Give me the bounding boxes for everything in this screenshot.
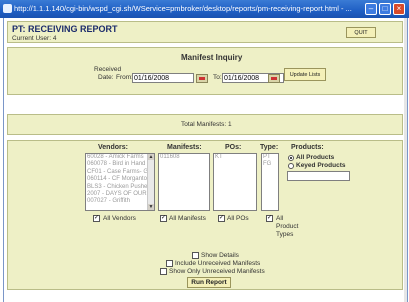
page-scrollbar[interactable] bbox=[404, 18, 407, 302]
list-item[interactable]: 007027 - Griffith bbox=[87, 198, 154, 205]
include-unreceived-checkbox[interactable] bbox=[166, 260, 173, 267]
keyed-products-label: Keyed Products bbox=[296, 162, 346, 169]
received-label: Received bbox=[94, 66, 122, 73]
totals-panel: Total Manifests: 1 bbox=[7, 114, 403, 135]
all-manifests-label: All Manifests bbox=[169, 215, 206, 222]
calendar-icon[interactable] bbox=[268, 74, 280, 83]
report-header: PT: RECEIVING REPORT Current User: 4 QUI… bbox=[7, 21, 403, 43]
include-unreceived-label: Include Unreceived Manifests bbox=[175, 260, 261, 267]
list-item[interactable]: 060078 - Bird in Hand bbox=[87, 161, 154, 168]
all-manifests-checkbox[interactable]: ✓ bbox=[160, 215, 167, 222]
list-item[interactable]: 060114 - CF Morganton bbox=[87, 176, 154, 183]
list-item[interactable]: PT bbox=[263, 154, 278, 161]
scroll-down-icon[interactable]: ▼ bbox=[148, 204, 154, 210]
all-product-types-label: All Product Types bbox=[276, 215, 299, 238]
vendors-listbox[interactable]: 60028 - Amick Farms 060078 - Bird in Han… bbox=[85, 153, 155, 211]
report-page: PT: RECEIVING REPORT Current User: 4 QUI… bbox=[3, 18, 408, 302]
manifests-heading: Manifests: bbox=[167, 144, 202, 151]
filter-panel: Vendors: Manifests: POs: Type: Products:… bbox=[7, 140, 403, 290]
all-pos-label: All POs bbox=[227, 215, 249, 222]
type-heading: Type: bbox=[260, 144, 279, 151]
products-heading: Products: bbox=[291, 144, 324, 151]
vendors-scrollbar[interactable]: ▲ ▼ bbox=[147, 154, 154, 210]
list-item[interactable]: CF01 - Case Farms- Goldsb bbox=[87, 169, 154, 176]
to-label: To: bbox=[213, 74, 222, 81]
show-only-unreceived-label: Show Only Unreceived Manifests bbox=[169, 268, 265, 275]
manifests-listbox[interactable]: 011608 bbox=[158, 153, 210, 211]
window-titlebar: http://1.1.1.140/cgi-bin/wspd_cgi.sh/WSe… bbox=[0, 0, 409, 18]
show-details-checkbox[interactable] bbox=[192, 252, 199, 259]
list-item[interactable]: 2007 - DAYS OF OUR LIVE bbox=[87, 191, 154, 198]
window-title: http://1.1.1.140/cgi-bin/wspd_cgi.sh/WSe… bbox=[14, 4, 352, 13]
calendar-icon[interactable] bbox=[196, 74, 208, 83]
keyed-products-input[interactable] bbox=[287, 171, 350, 181]
maximize-icon[interactable]: □ bbox=[379, 3, 391, 15]
keyed-products-radio[interactable] bbox=[288, 163, 294, 169]
show-only-unreceived-checkbox[interactable] bbox=[160, 268, 167, 275]
from-date-input[interactable]: 01/16/2008 bbox=[132, 73, 194, 83]
pos-heading: POs: bbox=[225, 144, 242, 151]
list-item[interactable]: 60028 - Amick Farms bbox=[87, 154, 154, 161]
all-pos-checkbox[interactable]: ✓ bbox=[218, 215, 225, 222]
list-item[interactable]: FG bbox=[263, 161, 278, 168]
browser-icon bbox=[3, 4, 12, 13]
list-item[interactable]: KT bbox=[215, 154, 256, 161]
total-manifests-text: Total Manifests: 1 bbox=[181, 121, 232, 128]
manifest-inquiry-panel: Manifest Inquiry Received Date: From: 01… bbox=[7, 47, 403, 95]
page-title: PT: RECEIVING REPORT bbox=[12, 24, 118, 34]
list-item[interactable]: 011608 bbox=[160, 154, 209, 161]
from-label: From: bbox=[116, 74, 133, 81]
list-item[interactable]: BLS3 - Chicken Pusher bbox=[87, 184, 154, 191]
all-vendors-label: All Vendors bbox=[103, 215, 136, 222]
manifest-inquiry-heading: Manifest Inquiry bbox=[181, 53, 243, 62]
types-listbox[interactable]: PT FG bbox=[261, 153, 279, 211]
all-products-radio[interactable] bbox=[288, 155, 294, 161]
all-vendors-checkbox[interactable]: ✓ bbox=[93, 215, 100, 222]
current-user-label: Current User: 4 bbox=[12, 35, 57, 42]
update-lists-button[interactable]: Update Lists bbox=[284, 68, 326, 81]
minimize-icon[interactable]: – bbox=[365, 3, 377, 15]
close-icon[interactable]: × bbox=[393, 3, 405, 15]
pos-listbox[interactable]: KT bbox=[213, 153, 257, 211]
all-products-label: All Products bbox=[296, 154, 335, 161]
scroll-up-icon[interactable]: ▲ bbox=[148, 154, 154, 160]
vendors-heading: Vendors: bbox=[98, 144, 128, 151]
date-label: Date: bbox=[98, 74, 114, 81]
run-report-button[interactable]: Run Report bbox=[187, 277, 231, 288]
show-details-label: Show Details bbox=[201, 252, 239, 259]
quit-button[interactable]: QUIT bbox=[346, 27, 376, 38]
